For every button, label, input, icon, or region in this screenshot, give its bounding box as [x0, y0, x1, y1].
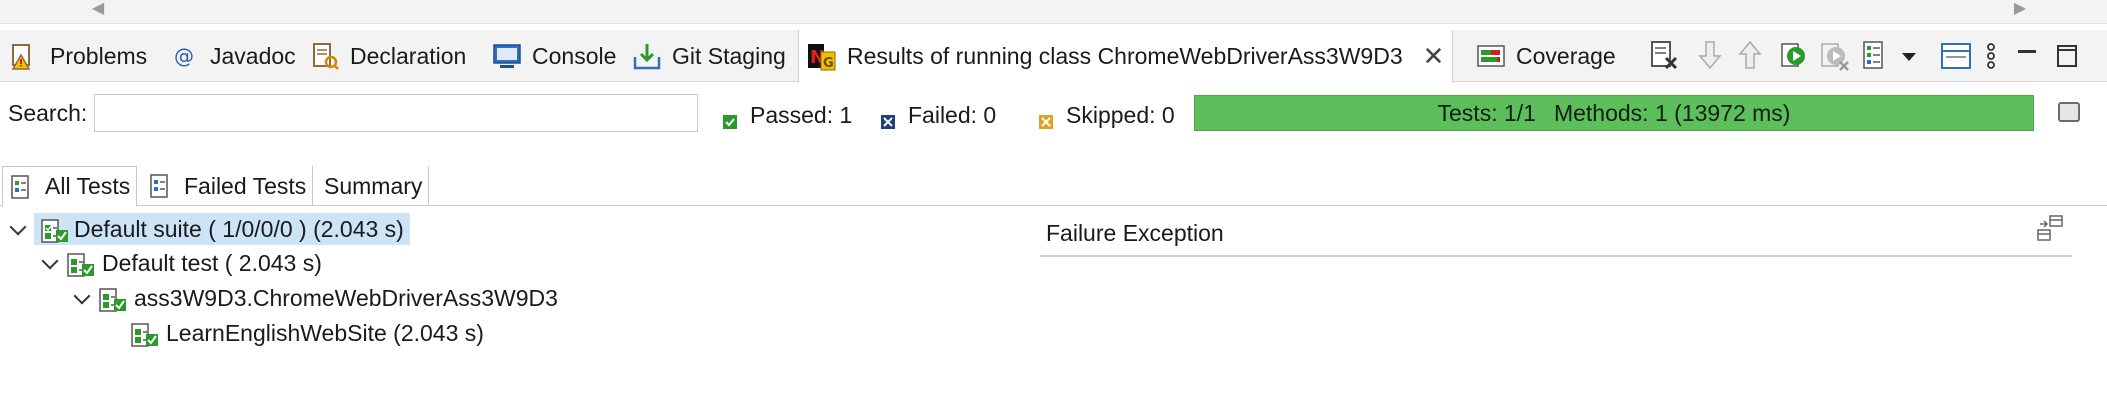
class-icon — [98, 283, 128, 313]
subtab-label: All Tests — [45, 173, 131, 199]
tab-problems[interactable]: Problems — [2, 30, 155, 82]
tab-all-tests[interactable]: All Tests — [2, 166, 138, 207]
class-label: ass3W9D3.ChromeWebDriverAss3W9D3 — [134, 284, 558, 311]
subtab-label: Failed Tests — [184, 172, 307, 199]
tab-javadoc[interactable]: @ Javadoc — [162, 30, 304, 82]
view-menu-icon[interactable] — [1976, 36, 2006, 76]
tab-label: Coverage — [1516, 42, 1616, 69]
test-progress-bar: Tests: 1/1 Methods: 1 (13972 ms) — [1194, 95, 2034, 131]
progress-tests-text: Tests: 1/1 — [1437, 99, 1536, 126]
passed-icon — [722, 109, 737, 129]
maximize-icon[interactable] — [2046, 36, 2086, 76]
tab-label: Git Staging — [672, 42, 786, 69]
horizontal-scrollbar[interactable]: ◀ ▶ — [0, 0, 2107, 24]
svg-text:G: G — [823, 56, 834, 71]
test-icon — [66, 248, 96, 278]
results-subtabs: All Tests Failed Tests Summary — [0, 166, 2107, 207]
tab-git-staging[interactable]: Git Staging — [624, 30, 794, 82]
tab-label: Results of running class ChromeWebDriver… — [847, 43, 1403, 69]
skipped-count: Skipped: 0 — [1066, 102, 1175, 128]
failed-icon — [880, 109, 895, 129]
view-toolbar — [1644, 30, 2086, 82]
suite-icon — [40, 214, 70, 244]
tree-item-test[interactable]: Default test ( 2.043 s) — [40, 246, 322, 280]
compare-results-icon[interactable] — [2036, 214, 2066, 244]
failed-tests-icon — [148, 171, 178, 201]
tree-item-class[interactable]: ass3W9D3.ChromeWebDriverAss3W9D3 — [72, 281, 558, 315]
method-icon — [130, 318, 160, 348]
next-failure-icon[interactable] — [1690, 36, 1730, 76]
chevron-down-icon[interactable] — [40, 253, 60, 273]
tab-label: Problems — [50, 42, 148, 69]
test-label: Default test ( 2.043 s) — [102, 249, 322, 276]
tab-testng-results[interactable]: NG Results of running class ChromeWebDri… — [798, 30, 1454, 83]
console-icon — [492, 41, 522, 71]
failed-stat: Failed: 0 — [880, 102, 996, 129]
search-row: Search: Passed: 1 Failed: 0 Skipped: 0 T… — [0, 88, 2107, 144]
tab-label: Declaration — [350, 42, 467, 69]
progress-methods-text: Methods: 1 (13972 ms) — [1553, 99, 1791, 126]
tab-label: Javadoc — [210, 42, 296, 69]
tab-summary[interactable]: Summary — [318, 166, 430, 206]
svg-text:@: @ — [174, 44, 194, 68]
tree-selection: Default suite ( 1/0/0/0 ) (2.043 s) — [34, 213, 410, 245]
tab-console[interactable]: Console — [484, 30, 624, 82]
tab-declaration[interactable]: Declaration — [302, 30, 474, 82]
history-icon[interactable] — [1856, 36, 1896, 76]
chevron-down-icon[interactable] — [8, 219, 28, 239]
tab-label: Console — [532, 42, 617, 69]
scroll-left-icon[interactable]: ◀ — [86, 0, 110, 20]
passed-stat: Passed: 1 — [722, 102, 852, 129]
rerun-failed-icon[interactable] — [1816, 36, 1856, 76]
passed-count: Passed: 1 — [750, 102, 853, 128]
javadoc-icon: @ — [170, 41, 200, 71]
method-label: LearnEnglishWebSite (2.043 s) — [166, 319, 484, 346]
tree-item-suite[interactable]: Default suite ( 1/0/0/0 ) (2.043 s) — [8, 212, 410, 246]
history-dropdown-icon[interactable] — [1896, 36, 1922, 76]
chevron-down-icon[interactable] — [72, 288, 92, 308]
search-label: Search: — [8, 100, 88, 126]
tree-item-method[interactable]: LearnEnglishWebSite (2.043 s) — [130, 316, 484, 350]
failed-count: Failed: 0 — [908, 102, 997, 128]
minimize-icon[interactable] — [2006, 36, 2046, 76]
close-icon[interactable]: ✕ — [1423, 41, 1445, 72]
problems-icon — [10, 41, 40, 71]
layout-icon[interactable] — [1936, 36, 1976, 76]
scroll-right-icon[interactable]: ▶ — [2008, 0, 2032, 20]
testng-icon: NG — [807, 42, 837, 72]
failure-exception-title: Failure Exception — [1046, 220, 1224, 246]
skipped-stat: Skipped: 0 — [1038, 102, 1175, 129]
declaration-icon — [310, 41, 340, 71]
coverage-icon — [1476, 41, 1506, 71]
subtab-label: Summary — [324, 172, 423, 199]
suite-label: Default suite ( 1/0/0/0 ) (2.043 s) — [74, 215, 404, 242]
toggle-panel-icon[interactable] — [2058, 102, 2080, 122]
search-input[interactable] — [94, 94, 698, 132]
all-tests-icon — [9, 172, 39, 202]
divider — [1040, 255, 2072, 257]
skipped-icon — [1038, 109, 1053, 129]
clear-results-icon[interactable] — [1644, 36, 1684, 76]
git-staging-icon — [632, 41, 662, 71]
previous-failure-icon[interactable] — [1730, 36, 1770, 76]
tab-coverage[interactable]: Coverage — [1468, 30, 1624, 82]
rerun-icon[interactable] — [1776, 36, 1816, 76]
tab-failed-tests[interactable]: Failed Tests — [142, 166, 314, 206]
